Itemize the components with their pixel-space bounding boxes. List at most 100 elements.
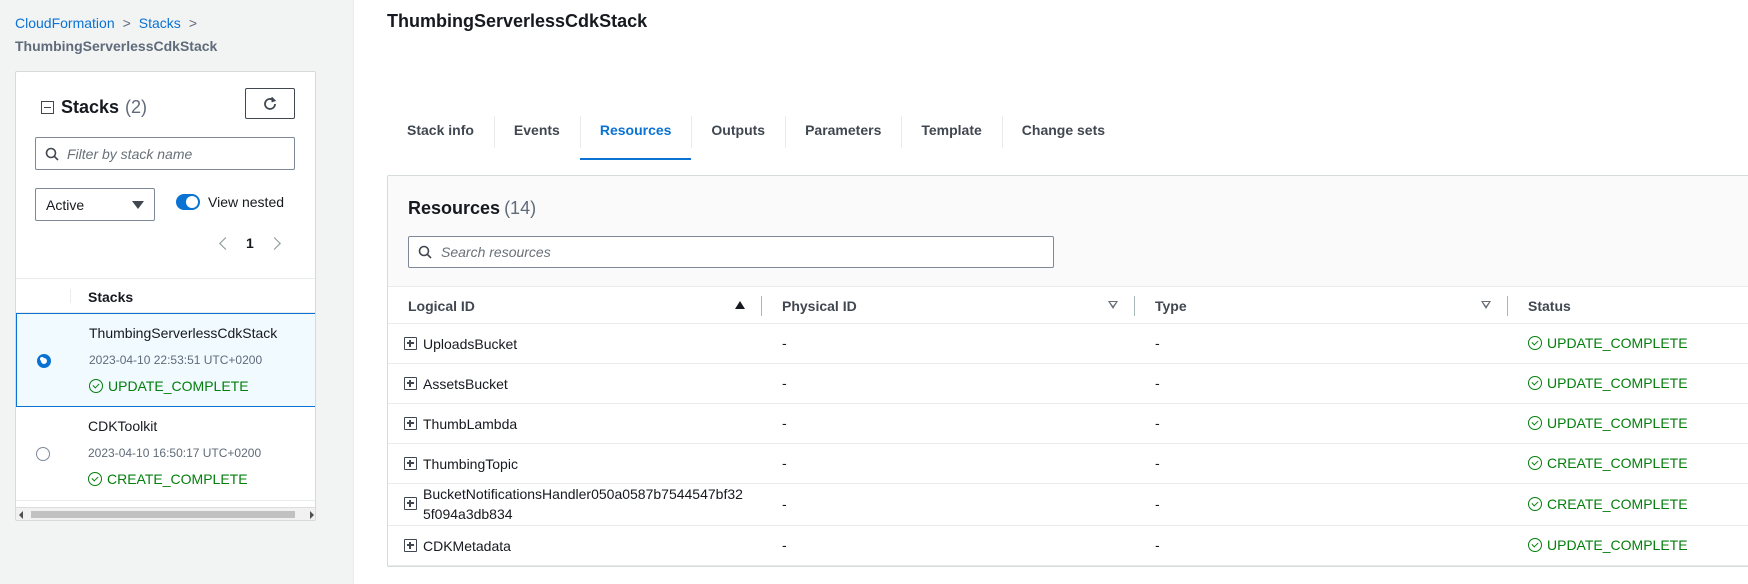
current-page[interactable]: 1 (246, 235, 254, 251)
resource-type: - (1155, 375, 1160, 391)
column-logical-id[interactable]: Logical ID (408, 298, 475, 314)
stack-radio[interactable] (36, 447, 50, 461)
refresh-button[interactable] (245, 88, 295, 119)
page-title: ThumbingServerlessCdkStack (387, 11, 648, 31)
stack-filter-input[interactable] (67, 145, 267, 162)
physical-id: - (782, 375, 787, 391)
horizontal-scrollbar[interactable] (16, 507, 315, 520)
breadcrumb-current: ThumbingServerlessCdkStack (15, 38, 218, 54)
table-row: ThumbLambda - - UPDATE_COMPLETE (388, 404, 1748, 444)
resources-search-input[interactable] (441, 244, 1001, 260)
tab-change-sets[interactable]: Change sets (1001, 112, 1125, 148)
resource-type: - (1155, 496, 1160, 512)
resource-status: CREATE_COMPLETE (1528, 455, 1688, 471)
sort-icon[interactable] (1481, 301, 1491, 309)
breadcrumb-stacks[interactable]: Stacks (139, 15, 181, 31)
next-page-icon[interactable] (267, 236, 281, 250)
resource-status: CREATE_COMPLETE (1528, 496, 1688, 512)
column-physical-id[interactable]: Physical ID (782, 298, 857, 314)
stacks-panel-header: Stacks (2) (41, 97, 147, 118)
resources-search-field[interactable] (408, 236, 1054, 268)
status-filter-value: Active (46, 196, 85, 213)
expand-icon[interactable] (404, 497, 417, 510)
pagination: 1 (219, 235, 281, 251)
resources-header: Resources (14) (388, 176, 1748, 286)
tab-resources[interactable]: Resources (579, 112, 692, 160)
stack-radio-selected[interactable] (37, 354, 51, 368)
logical-id: BucketNotificationsHandler050a0587b75445… (423, 486, 743, 522)
logical-id: ThumbingTopic (423, 456, 518, 472)
column-divider[interactable] (1507, 296, 1508, 316)
previous-page-icon[interactable] (219, 236, 232, 250)
logical-id: AssetsBucket (423, 376, 508, 392)
table-row: AssetsBucket - - UPDATE_COMPLETE (388, 364, 1748, 404)
column-status[interactable]: Status (1528, 298, 1571, 314)
expand-icon[interactable] (404, 457, 417, 470)
tab-parameters[interactable]: Parameters (785, 112, 901, 148)
resource-type: - (1155, 415, 1160, 431)
expand-icon[interactable] (404, 337, 417, 350)
stacks-panel: Stacks (2) Active View nested 1 Stacks (15, 71, 316, 521)
column-divider (70, 289, 71, 303)
resources-table: Logical ID Physical ID Type Status Uploa… (388, 286, 1748, 566)
chevron-right-icon: > (188, 15, 197, 31)
resource-status-text: UPDATE_COMPLETE (1547, 335, 1688, 351)
search-icon (45, 147, 59, 161)
column-divider[interactable] (761, 296, 762, 316)
success-icon (89, 379, 103, 393)
expand-icon[interactable] (404, 539, 417, 552)
status-filter-select[interactable]: Active (35, 188, 155, 221)
column-type[interactable]: Type (1155, 298, 1187, 314)
resources-panel: Resources(14) Logical ID Physical ID Typ… (387, 175, 1748, 567)
scroll-left-icon[interactable] (19, 511, 23, 519)
stack-row[interactable]: CDKToolkit 2023-04-10 16:50:17 UTC+0200 … (16, 407, 315, 501)
table-row: ThumbingTopic - - CREATE_COMPLETE (388, 444, 1748, 484)
scroll-right-icon[interactable] (310, 511, 314, 519)
stack-status: CREATE_COMPLETE (88, 471, 248, 487)
success-icon (1528, 336, 1542, 350)
sort-icon[interactable] (1108, 301, 1118, 309)
toggle-switch[interactable] (176, 194, 200, 210)
resources-count: (14) (504, 198, 537, 218)
logical-id: CDKMetadata (423, 538, 511, 554)
column-divider[interactable] (1134, 296, 1135, 316)
tab-template[interactable]: Template (901, 112, 1001, 148)
resources-title-text: Resources (408, 198, 501, 218)
stack-date: 2023-04-10 16:50:17 UTC+0200 (88, 446, 262, 460)
physical-id: - (782, 496, 787, 512)
expand-icon[interactable] (404, 417, 417, 430)
resource-status-text: CREATE_COMPLETE (1547, 496, 1688, 512)
view-nested-toggle[interactable]: View nested (176, 194, 284, 210)
breadcrumb: CloudFormation > Stacks > ThumbingServerles… (15, 13, 217, 56)
resource-status: UPDATE_COMPLETE (1528, 415, 1688, 431)
stacks-table-header: Stacks (16, 278, 315, 313)
stack-row[interactable]: ThumbingServerlessCdkStack 2023-04-10 22… (16, 313, 315, 407)
refresh-icon (264, 96, 277, 110)
stack-name: ThumbingServerlessCdkStack (89, 325, 278, 341)
resource-status-text: UPDATE_COMPLETE (1547, 375, 1688, 391)
scrollbar-thumb[interactable] (31, 511, 295, 518)
view-nested-label: View nested (208, 194, 285, 210)
breadcrumb-cloudformation[interactable]: CloudFormation (15, 15, 115, 31)
expand-icon[interactable] (404, 377, 417, 390)
resource-status-text: UPDATE_COMPLETE (1547, 537, 1688, 553)
resource-status-text: CREATE_COMPLETE (1547, 455, 1688, 471)
success-icon (1528, 497, 1542, 511)
stack-status-text: CREATE_COMPLETE (107, 471, 248, 487)
success-icon (1528, 416, 1542, 430)
resources-title: Resources (14) (408, 198, 536, 219)
tab-events[interactable]: Events (493, 112, 580, 148)
success-icon (88, 472, 102, 486)
stack-date: 2023-04-10 22:53:51 UTC+0200 (89, 353, 263, 367)
physical-id: - (782, 455, 787, 471)
tab-outputs[interactable]: Outputs (691, 112, 785, 148)
table-row: UploadsBucket - - UPDATE_COMPLETE (388, 324, 1748, 364)
stack-name: CDKToolkit (88, 418, 158, 434)
sort-ascending-icon[interactable] (735, 301, 745, 309)
stack-filter-field[interactable] (35, 137, 295, 170)
collapse-icon[interactable] (41, 101, 54, 114)
tab-stack-info[interactable]: Stack info (387, 112, 494, 148)
stacks-panel-title: Stacks (61, 97, 120, 117)
resource-status: UPDATE_COMPLETE (1528, 537, 1688, 553)
resource-status: UPDATE_COMPLETE (1528, 375, 1688, 391)
